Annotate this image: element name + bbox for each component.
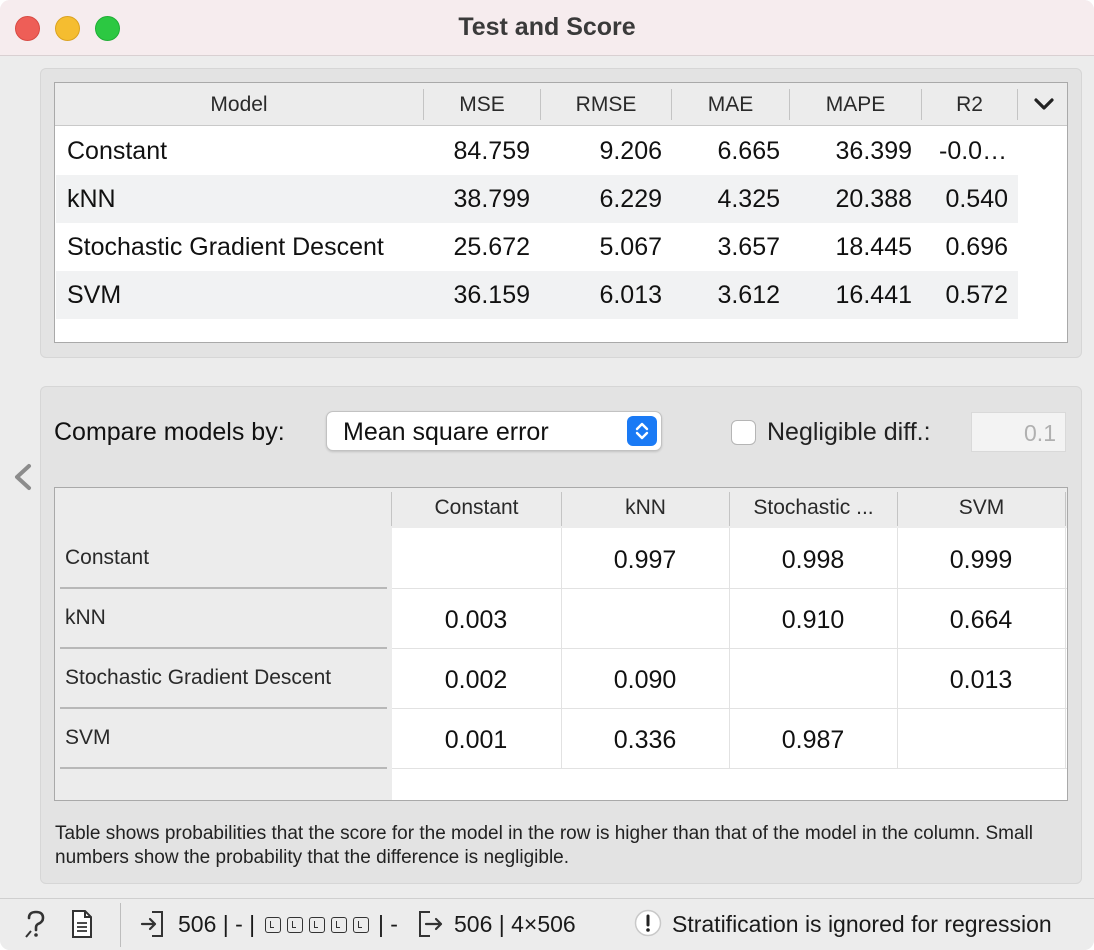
column-header-mae[interactable]: MAE (672, 83, 789, 126)
matrix-cell: 0.002 (444, 666, 508, 694)
chevron-down-icon[interactable] (1021, 83, 1067, 126)
matrix-cell: 0.090 (613, 666, 677, 694)
cell-mape: 20.388 (835, 185, 912, 213)
chevron-left-icon[interactable] (12, 462, 34, 492)
test-and-score-window: Test and Score Model MSE RMSE MAE MAPE R… (0, 0, 1094, 950)
cell-r2: 0.696 (945, 233, 1008, 261)
cell-mae: 4.325 (717, 185, 780, 213)
cell-mae: 6.665 (717, 137, 780, 165)
input-slot-icon (286, 917, 303, 933)
compare-metric-select[interactable]: Mean square error (326, 411, 662, 451)
matrix-row-header-area (55, 488, 392, 800)
cell-mape: 36.399 (835, 137, 912, 165)
matrix-cell: 0.998 (781, 546, 845, 574)
scores-table: Model MSE RMSE MAE MAPE R2 Constant 84.7… (54, 82, 1068, 343)
warning-message: Stratification is ignored for regression (672, 911, 1052, 937)
output-arrow-icon (416, 909, 444, 944)
input-arrow-icon (140, 909, 166, 944)
negligible-diff-checkbox[interactable] (731, 420, 756, 445)
matrix-column-constant: Constant (434, 496, 519, 519)
cell-mse: 38.799 (453, 185, 530, 213)
table-row[interactable]: kNN 38.799 6.229 4.325 20.388 0.540 (56, 175, 1018, 223)
negligible-diff-value: 0.1 (1024, 420, 1056, 446)
cell-mape: 16.441 (835, 281, 912, 309)
matrix-cell: 0.987 (781, 726, 845, 754)
table-row[interactable]: SVM 36.159 6.013 3.612 16.441 0.572 (56, 271, 1018, 319)
cell-r2: 0.572 (945, 281, 1008, 309)
matrix-cell: 0.910 (781, 606, 845, 634)
negligible-diff-label: Negligible diff.: (767, 418, 931, 446)
matrix-cell: 0.003 (444, 606, 508, 634)
matrix-row-label: kNN (65, 606, 106, 629)
matrix-column-knn: kNN (625, 496, 666, 519)
report-icon[interactable] (70, 909, 94, 944)
help-icon[interactable] (24, 909, 48, 944)
cell-rmse: 9.206 (599, 137, 662, 165)
input-summary-prefix: 506 | - | (178, 911, 256, 937)
column-header-rmse[interactable]: RMSE (541, 83, 671, 126)
cell-model: Stochastic Gradient Descent (67, 233, 384, 261)
matrix-column-sgd: Stochastic ... (753, 496, 874, 519)
matrix-row-label: Constant (65, 546, 150, 569)
cell-mae: 3.657 (717, 233, 780, 261)
cell-mse: 36.159 (453, 281, 530, 309)
table-row[interactable]: Constant 84.759 9.206 6.665 36.399 -0.0… (56, 127, 1018, 175)
cell-model: kNN (67, 185, 116, 213)
input-summary: 506 | - | | - (178, 911, 398, 938)
cell-model: SVM (67, 281, 122, 309)
input-slot-icon (330, 917, 347, 933)
column-header-model[interactable]: Model (55, 83, 423, 126)
matrix-cell: 0.013 (949, 666, 1013, 694)
matrix-column-svm: SVM (958, 496, 1005, 519)
matrix-cell: 0.336 (613, 726, 677, 754)
cell-mse: 25.672 (453, 233, 530, 261)
cell-rmse: 6.013 (599, 281, 662, 309)
updown-chevron-icon (627, 416, 657, 446)
cell-mae: 3.612 (717, 281, 780, 309)
compare-metric-value: Mean square error (343, 418, 549, 446)
input-slot-icon (352, 917, 369, 933)
matrix-row-label: Stochastic Gradient Descent (65, 666, 332, 689)
cell-mse: 84.759 (453, 137, 530, 165)
negligible-diff-field[interactable]: 0.1 (971, 412, 1066, 452)
cell-r2: -0.0… (939, 137, 1008, 165)
cell-rmse: 6.229 (599, 185, 662, 213)
scores-table-header: Model MSE RMSE MAE MAPE R2 (55, 83, 1067, 126)
matrix-cell: 0.997 (613, 546, 677, 574)
input-slot-icon (308, 917, 325, 933)
input-summary-suffix: | - (377, 911, 398, 937)
matrix-row-label: SVM (65, 726, 111, 749)
table-row[interactable]: Stochastic Gradient Descent 25.672 5.067… (56, 223, 1018, 271)
cell-model: Constant (67, 137, 168, 165)
window-title: Test and Score (458, 13, 636, 41)
matrix-cell: 0.664 (949, 606, 1013, 634)
column-header-mape[interactable]: MAPE (790, 83, 921, 126)
output-summary: 506 | 4×506 (454, 911, 576, 937)
column-header-mse[interactable]: MSE (424, 83, 540, 126)
matrix-cell: 0.999 (949, 546, 1013, 574)
warning-icon (633, 909, 663, 944)
compare-models-label: Compare models by: (54, 418, 285, 446)
comparison-matrix: Constant kNN Stochastic ... SVM Constant… (54, 487, 1068, 801)
matrix-cell: 0.001 (444, 726, 508, 754)
status-bar: 506 | - | | - 506 | 4×506 Stratification… (0, 898, 1094, 950)
title-bar: Test and Score (0, 0, 1094, 56)
cell-rmse: 5.067 (599, 233, 662, 261)
input-slot-icon (264, 917, 281, 933)
cell-mape: 18.445 (835, 233, 912, 261)
cell-r2: 0.540 (945, 185, 1008, 213)
column-header-r2[interactable]: R2 (922, 83, 1017, 126)
comparison-note: Table shows probabilities that the score… (55, 823, 1033, 868)
